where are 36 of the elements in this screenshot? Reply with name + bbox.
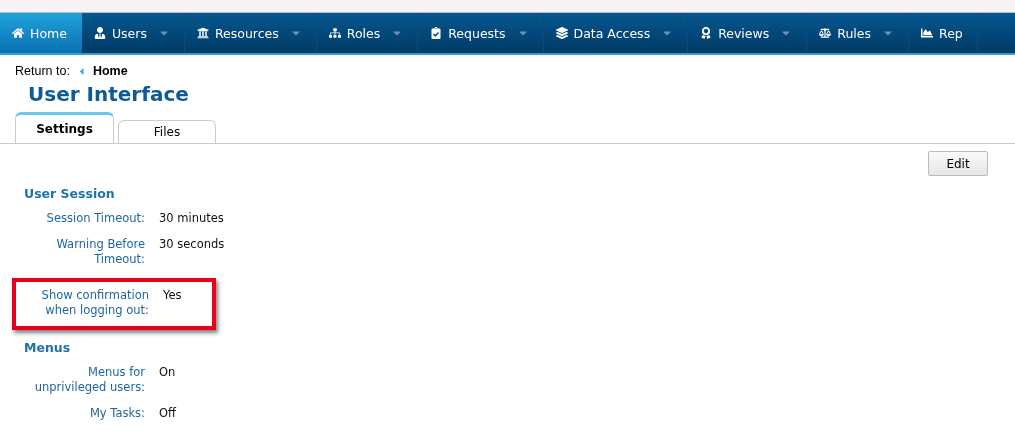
return-label: Return to: xyxy=(15,64,70,78)
setting-value: Yes xyxy=(163,288,182,303)
home-icon xyxy=(12,27,24,39)
nav-item[interactable]: Reviews xyxy=(688,13,808,53)
edit-button[interactable]: Edit xyxy=(928,151,988,176)
user-icon xyxy=(93,27,106,39)
section-heading: Menus xyxy=(24,340,72,355)
clipboard-icon xyxy=(430,27,443,39)
nav-item[interactable]: Requests xyxy=(418,13,544,53)
award-icon xyxy=(700,27,713,39)
tab[interactable]: Settings xyxy=(15,112,114,143)
section-heading: User Session xyxy=(24,186,116,201)
setting-label: Warning Before Timeout: xyxy=(55,237,145,267)
scale-icon xyxy=(819,27,832,39)
nav-item[interactable]: Home xyxy=(0,13,82,53)
layers-icon xyxy=(555,27,568,39)
setting-value: 30 seconds xyxy=(159,237,225,252)
setting-label: My Tasks: xyxy=(88,406,145,421)
setting-label: Menus for unprivileged users: xyxy=(33,365,145,395)
page-title: User Interface xyxy=(28,82,190,106)
setting-label: Session Timeout: xyxy=(45,211,145,226)
nav-item[interactable]: Users xyxy=(81,13,185,53)
setting-value: 30 minutes xyxy=(159,211,224,226)
bank-icon xyxy=(196,27,209,39)
setting-value: Off xyxy=(159,406,176,421)
nav-item[interactable]: Rules xyxy=(807,13,909,53)
chart-icon xyxy=(921,27,933,39)
home-link[interactable]: Home xyxy=(92,64,128,78)
setting-label: Show confirmation when logging out: xyxy=(40,288,149,318)
nav-item[interactable]: Resources xyxy=(184,13,317,53)
tab[interactable]: Files xyxy=(118,120,216,143)
nav-item[interactable]: Data Access xyxy=(543,13,689,53)
setting-value: On xyxy=(159,365,176,380)
sitemap-icon xyxy=(328,27,341,39)
nav-item[interactable]: Roles xyxy=(316,13,419,53)
nav-item[interactable]: Rep xyxy=(909,13,978,53)
